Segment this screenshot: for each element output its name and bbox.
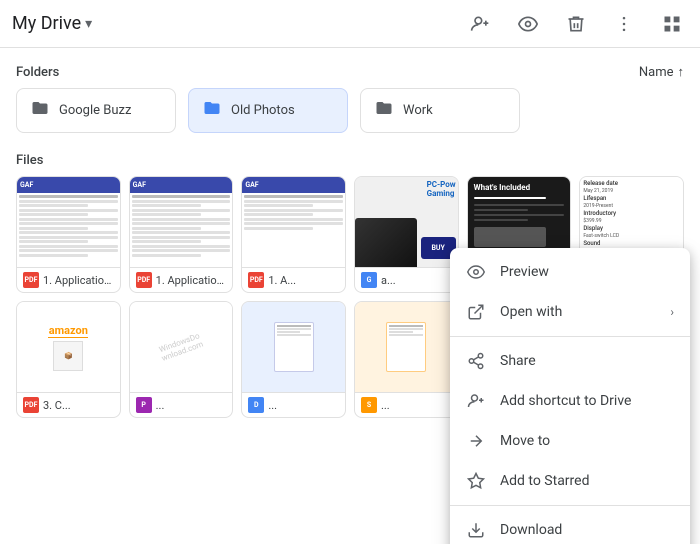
eye-icon — [466, 262, 486, 282]
file-footer-9: D ... — [242, 392, 345, 417]
menu-label-add-shortcut: Add shortcut to Drive — [500, 393, 674, 409]
sort-arrow-icon: ↑ — [678, 64, 685, 80]
pdf-icon-2: PDF — [136, 272, 152, 288]
menu-label-share: Share — [500, 353, 674, 369]
menu-divider-2 — [450, 505, 690, 506]
menu-item-open-with[interactable]: Open with › — [450, 292, 690, 332]
file-name-9: ... — [268, 399, 277, 412]
menu-label-open-with: Open with — [500, 304, 656, 320]
menu-divider-1 — [450, 336, 690, 337]
folders-label: Folders — [16, 65, 59, 80]
file-name-1: 1. Application Form f... — [43, 274, 114, 287]
file-footer-7: PDF 3. C... — [17, 392, 120, 417]
folder-icon-work — [375, 99, 393, 122]
file-card-10[interactable]: S ... — [354, 301, 459, 418]
more-options-button[interactable] — [608, 8, 640, 40]
file-name-4: a... — [381, 274, 396, 287]
sort-button[interactable]: Name ↑ — [639, 64, 684, 80]
pdf-icon-1: PDF — [23, 272, 39, 288]
other-icon-10: S — [361, 397, 377, 413]
preview-button[interactable] — [512, 8, 544, 40]
file-footer-10: S ... — [355, 392, 458, 417]
file-thumb-4: PC-PowGaming BUY — [355, 177, 458, 267]
move-to-icon — [466, 431, 486, 451]
chevron-right-icon: › — [670, 305, 674, 319]
file-footer-3: PDF 1. A... — [242, 267, 345, 292]
folder-icon-google-buzz — [31, 99, 49, 122]
pdf-icon-3: PDF — [248, 272, 264, 288]
file-footer-2: PDF 1. Application Form f... — [130, 267, 233, 292]
other-icon-8: P — [136, 397, 152, 413]
file-thumb-10 — [355, 302, 458, 392]
menu-label-move-to: Move to — [500, 433, 674, 449]
main-content: Folders Name ↑ Google Buzz Old Photos Wo… — [0, 48, 700, 544]
files-section-header: Files — [16, 145, 684, 176]
menu-item-preview[interactable]: Preview — [450, 252, 690, 292]
file-card-8[interactable]: WindowsDownload.com P ... — [129, 301, 234, 418]
folder-card-old-photos[interactable]: Old Photos — [188, 88, 348, 133]
dropdown-arrow-icon[interactable]: ▾ — [85, 16, 92, 32]
pdf-icon-7: PDF — [23, 397, 39, 413]
file-card-4[interactable]: PC-PowGaming BUY G a... — [354, 176, 459, 293]
file-name-8: ... — [156, 399, 165, 412]
menu-item-download[interactable]: Download — [450, 510, 690, 544]
sort-label: Name — [639, 65, 674, 80]
other-icon-4: G — [361, 272, 377, 288]
star-icon — [466, 471, 486, 491]
folder-icon-old-photos — [203, 99, 221, 122]
file-thumb-8: WindowsDownload.com — [130, 302, 233, 392]
file-footer-1: PDF 1. Application Form f... — [17, 267, 120, 292]
file-name-3: 1. A... — [268, 274, 296, 287]
folders-section-header: Folders Name ↑ — [16, 56, 684, 88]
file-thumb-1: GAF — [17, 177, 120, 267]
file-card-3[interactable]: GAF PDF 1. A... — [241, 176, 346, 293]
context-menu: Preview Open with › Share Add shortcut t… — [450, 248, 690, 544]
folder-name-work: Work — [403, 103, 433, 118]
download-icon — [466, 520, 486, 540]
file-footer-4: G a... — [355, 267, 458, 292]
file-card-1[interactable]: GAF — [16, 176, 121, 293]
header-actions — [464, 8, 688, 40]
share-icon — [466, 351, 486, 371]
file-thumb-9 — [242, 302, 345, 392]
folder-card-google-buzz[interactable]: Google Buzz — [16, 88, 176, 133]
file-card-9[interactable]: D ... — [241, 301, 346, 418]
add-person-button[interactable] — [464, 8, 496, 40]
other-icon-9: D — [248, 397, 264, 413]
file-card-2[interactable]: GAF — [129, 176, 234, 293]
open-with-icon — [466, 302, 486, 322]
folder-card-work[interactable]: Work — [360, 88, 520, 133]
folder-name-old-photos: Old Photos — [231, 103, 295, 118]
menu-item-move-to[interactable]: Move to — [450, 421, 690, 461]
menu-item-share[interactable]: Share — [450, 341, 690, 381]
shortcut-icon — [466, 391, 486, 411]
menu-label-add-starred: Add to Starred — [500, 473, 674, 489]
drive-title-text: My Drive — [12, 13, 81, 34]
folder-name-google-buzz: Google Buzz — [59, 103, 131, 118]
file-footer-8: P ... — [130, 392, 233, 417]
file-thumb-3: GAF — [242, 177, 345, 267]
file-thumb-2: GAF — [130, 177, 233, 267]
files-label: Files — [16, 153, 43, 168]
folders-row: Google Buzz Old Photos Work — [16, 88, 684, 133]
file-name-7: 3. C... — [43, 399, 71, 412]
grid-view-button[interactable] — [656, 8, 688, 40]
file-card-7[interactable]: amazon 📦 PDF 3. C... — [16, 301, 121, 418]
file-name-2: 1. Application Form f... — [156, 274, 227, 287]
header: My Drive ▾ — [0, 0, 700, 48]
delete-button[interactable] — [560, 8, 592, 40]
menu-label-download: Download — [500, 522, 674, 538]
menu-item-add-shortcut[interactable]: Add shortcut to Drive — [450, 381, 690, 421]
drive-title-area[interactable]: My Drive ▾ — [12, 13, 464, 34]
menu-item-add-starred[interactable]: Add to Starred — [450, 461, 690, 501]
menu-label-preview: Preview — [500, 264, 674, 280]
file-thumb-7: amazon 📦 — [17, 302, 120, 392]
file-name-10: ... — [381, 399, 390, 412]
